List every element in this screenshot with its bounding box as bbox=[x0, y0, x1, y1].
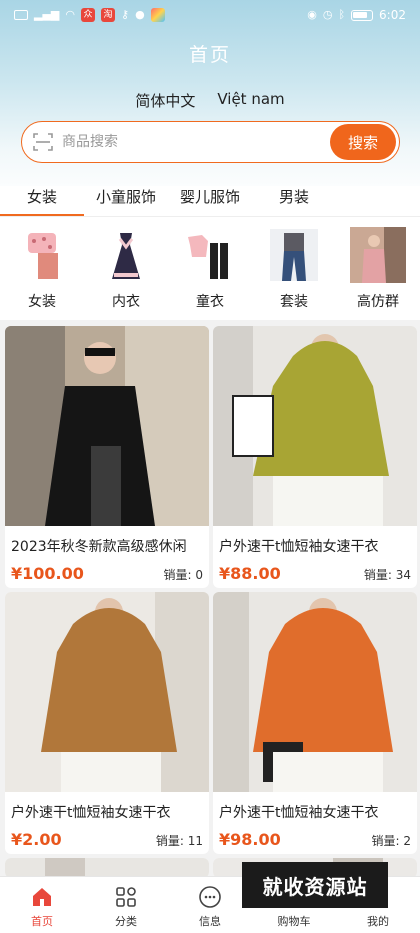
jeans-set-icon bbox=[270, 229, 318, 281]
model-photo-icon bbox=[350, 227, 406, 283]
category-tabs: 女装 小童服饰 婴儿服饰 男装 bbox=[0, 186, 420, 217]
status-icons-right: ◉ ◷ ᛒ 6:02 bbox=[307, 8, 406, 22]
language-option-zh[interactable]: 简体中文 bbox=[135, 90, 195, 111]
category-sets[interactable]: 套装 bbox=[259, 227, 329, 320]
category-row: 女装 内衣 童衣 套装 高仿群 bbox=[0, 217, 420, 320]
category-label: 高仿群 bbox=[357, 294, 399, 310]
product-image bbox=[213, 592, 417, 792]
tab-women[interactable]: 女装 bbox=[0, 186, 84, 217]
nav-message[interactable]: 信息 bbox=[168, 877, 252, 933]
product-image bbox=[5, 326, 209, 526]
product-title: 户外速干t恤短袖女速干衣 bbox=[219, 539, 379, 555]
message-icon bbox=[199, 886, 221, 908]
app-icon: 众 bbox=[81, 8, 95, 22]
nav-category[interactable]: 分类 bbox=[84, 877, 168, 933]
product-card[interactable]: 2023年秋冬新款高级感休闲 ¥100.00 销量: 0 bbox=[5, 326, 209, 588]
page-title: 首页 bbox=[188, 44, 231, 66]
product-card[interactable]: 户外速干t恤短袖女速干衣 ¥98.00 销量: 2 bbox=[213, 592, 417, 854]
category-underwear[interactable]: 内衣 bbox=[91, 227, 161, 320]
product-title: 户外速干t恤短袖女速干衣 bbox=[11, 805, 171, 821]
product-sales: 销量: 34 bbox=[363, 568, 411, 582]
category-label: 童衣 bbox=[196, 294, 224, 310]
product-card-partial[interactable] bbox=[5, 858, 209, 878]
product-card[interactable]: 户外速干t恤短袖女速干衣 ¥2.00 销量: 11 bbox=[5, 592, 209, 854]
category-replica[interactable]: 高仿群 bbox=[343, 227, 413, 320]
news-icon: 淘 bbox=[101, 8, 115, 22]
search-button[interactable]: 搜索 bbox=[330, 124, 396, 160]
nav-label: 信息 bbox=[199, 915, 221, 928]
product-image bbox=[5, 592, 209, 792]
category-label: 内衣 bbox=[112, 294, 140, 310]
nav-label: 我的 bbox=[367, 915, 389, 928]
nav-label: 购物车 bbox=[277, 915, 311, 928]
nav-label: 首页 bbox=[31, 915, 53, 928]
product-sales: 销量: 0 bbox=[163, 568, 204, 582]
dress-icon bbox=[28, 233, 58, 279]
product-price: ¥100.00 bbox=[11, 564, 84, 583]
nav-home[interactable]: 首页 bbox=[0, 877, 84, 933]
product-sales: 销量: 11 bbox=[155, 834, 203, 848]
status-icons-left: ▂▄▆ ◠ 众 淘 ⚷ ● bbox=[14, 8, 165, 22]
search-bar: 搜索 bbox=[21, 121, 400, 163]
search-input[interactable] bbox=[62, 122, 330, 162]
product-title: 2023年秋冬新款高级感休闲 bbox=[11, 539, 187, 555]
nav-label: 分类 bbox=[115, 915, 137, 928]
grid-icon bbox=[116, 887, 136, 907]
wifi-icon: ◠ bbox=[65, 8, 75, 21]
product-title: 户外速干t恤短袖女速干衣 bbox=[219, 805, 379, 821]
battery-icon bbox=[351, 9, 374, 21]
product-sales: 销量: 2 bbox=[371, 834, 412, 848]
home-icon bbox=[33, 888, 51, 906]
tab-kids[interactable]: 小童服饰 bbox=[84, 186, 168, 216]
eye-icon: ◉ bbox=[307, 8, 317, 21]
signal-icon: ▂▄▆ bbox=[34, 8, 60, 21]
key-icon: ⚷ bbox=[121, 8, 130, 21]
category-kids-wear[interactable]: 童衣 bbox=[175, 227, 245, 320]
product-image bbox=[5, 858, 209, 878]
product-image bbox=[213, 326, 417, 526]
hd-icon bbox=[14, 10, 28, 20]
product-card[interactable]: 户外速干t恤短袖女速干衣 ¥88.00 销量: 34 bbox=[213, 326, 417, 588]
category-label: 套装 bbox=[280, 294, 308, 310]
chat-icon: ● bbox=[135, 8, 145, 21]
alarm-icon: ◷ bbox=[322, 8, 333, 21]
language-switcher: 简体中文 Việt nam bbox=[0, 90, 420, 111]
status-bar: ▂▄▆ ◠ 众 淘 ⚷ ● ◉ ◷ ᛒ 6:02 bbox=[0, 0, 420, 30]
status-time: 6:02 bbox=[379, 8, 406, 22]
watermark-overlay: 就收资源站 bbox=[242, 862, 388, 908]
category-women[interactable]: 女装 bbox=[7, 227, 77, 320]
product-price: ¥2.00 bbox=[11, 830, 62, 849]
slip-dress-icon bbox=[112, 233, 140, 279]
product-price: ¥88.00 bbox=[219, 564, 281, 583]
category-label: 女装 bbox=[28, 294, 56, 310]
scan-icon[interactable] bbox=[32, 131, 54, 153]
plus-icon bbox=[150, 8, 165, 22]
bluetooth-icon: ᛒ bbox=[338, 8, 346, 21]
product-price: ¥98.00 bbox=[219, 830, 281, 849]
tab-men[interactable]: 男装 bbox=[252, 186, 336, 216]
language-option-vi[interactable]: Việt nam bbox=[217, 90, 284, 111]
tab-baby[interactable]: 婴儿服饰 bbox=[168, 186, 252, 216]
kids-outfit-icon bbox=[188, 235, 228, 279]
